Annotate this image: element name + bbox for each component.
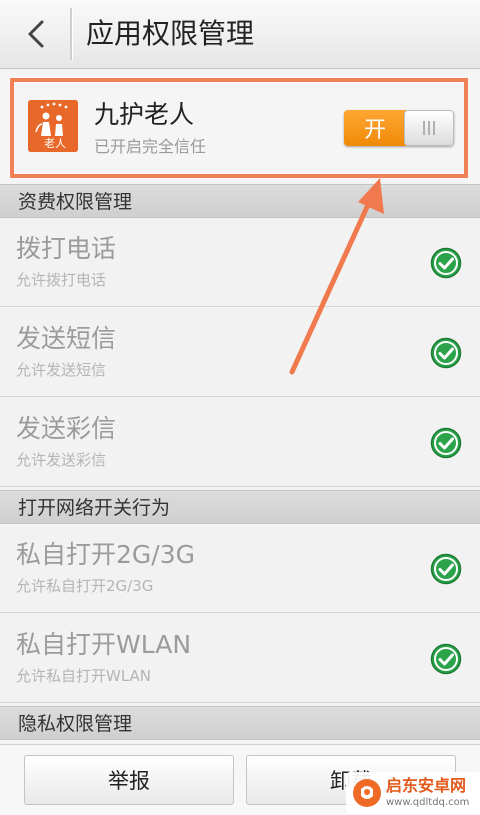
permission-title: 拨打电话 bbox=[16, 234, 117, 263]
permission-row-sms[interactable]: 发送短信 允许发送短信 bbox=[0, 308, 480, 397]
section-title: 打开网络开关行为 bbox=[18, 497, 171, 519]
section-title: 隐私权限管理 bbox=[18, 713, 133, 735]
watermark-logo-icon bbox=[353, 779, 381, 807]
permission-row-wlan[interactable]: 私自打开WLAN 允许私自打开WLAN bbox=[0, 614, 480, 703]
permission-row-call[interactable]: 拨打电话 允许拨打电话 bbox=[0, 218, 480, 307]
permission-title: 私自打开WLAN bbox=[16, 630, 192, 659]
section-title: 资费权限管理 bbox=[18, 191, 133, 213]
permission-row-mobile-data[interactable]: 私自打开2G/3G 允许私自打开2G/3G bbox=[0, 524, 480, 613]
permission-subtitle: 允许发送彩信 bbox=[16, 451, 107, 469]
highlight-box bbox=[10, 78, 468, 178]
permission-title: 发送彩信 bbox=[16, 414, 117, 443]
check-circle-icon[interactable] bbox=[430, 427, 462, 459]
permission-subtitle: 允许拨打电话 bbox=[16, 271, 107, 289]
permission-subtitle: 允许私自打开2G/3G bbox=[16, 577, 154, 595]
permission-title: 发送短信 bbox=[16, 324, 117, 353]
watermark: 启东安卓网 www.qdltdq.com bbox=[346, 772, 480, 814]
section-header-network: 打开网络开关行为 bbox=[0, 490, 480, 524]
permission-row-mms[interactable]: 发送彩信 允许发送彩信 bbox=[0, 398, 480, 487]
chevron-left-icon bbox=[28, 20, 44, 48]
back-button[interactable] bbox=[14, 12, 58, 56]
permission-subtitle: 允许发送短信 bbox=[16, 361, 107, 379]
header-divider bbox=[70, 8, 73, 60]
section-header-billing: 资费权限管理 bbox=[0, 184, 480, 218]
check-circle-icon[interactable] bbox=[430, 337, 462, 369]
permission-subtitle: 允许私自打开WLAN bbox=[16, 667, 152, 685]
check-circle-icon[interactable] bbox=[430, 643, 462, 675]
section-header-privacy: 隐私权限管理 bbox=[0, 706, 480, 740]
page-title: 应用权限管理 bbox=[86, 17, 255, 50]
title-bar: 应用权限管理 bbox=[0, 0, 480, 69]
report-button[interactable]: 举报 bbox=[24, 755, 234, 805]
check-circle-icon[interactable] bbox=[430, 247, 462, 279]
watermark-url: www.qdltdq.com bbox=[386, 797, 470, 808]
watermark-brand: 启东安卓网 bbox=[386, 776, 467, 795]
permission-title: 私自打开2G/3G bbox=[16, 540, 195, 569]
check-circle-icon[interactable] bbox=[430, 553, 462, 585]
